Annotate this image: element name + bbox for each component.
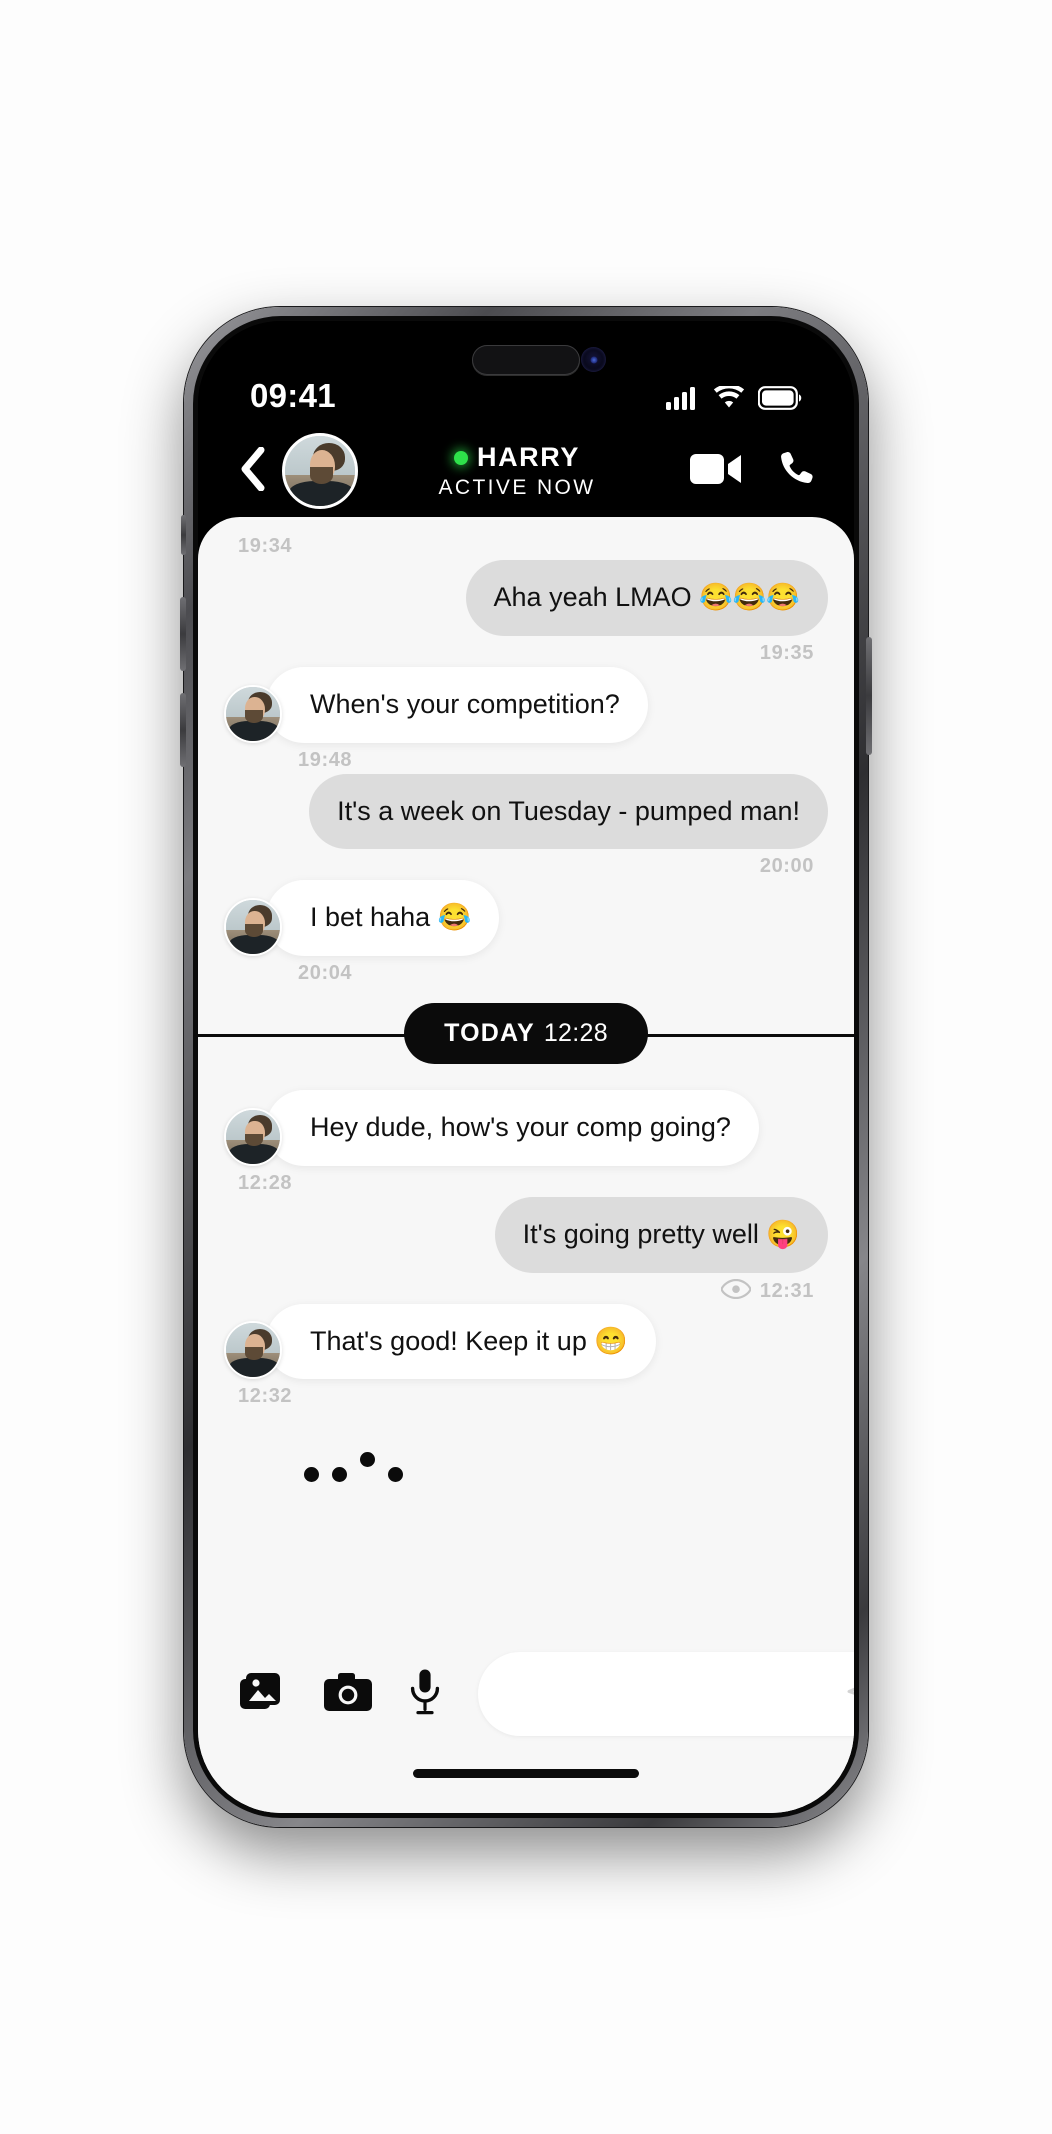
eye-seen-icon bbox=[720, 1278, 752, 1304]
gallery-button[interactable] bbox=[240, 1671, 286, 1718]
chat-header: HARRY ACTIVE NOW bbox=[198, 425, 854, 517]
avatar[interactable] bbox=[282, 433, 358, 509]
typing-indicator bbox=[224, 1410, 828, 1483]
status-clock: 09:41 bbox=[250, 377, 336, 414]
message-row: I bet haha 😂 bbox=[224, 880, 828, 956]
status-indicators bbox=[666, 383, 802, 415]
message-input[interactable] bbox=[512, 1678, 847, 1710]
send-paper-plane-icon bbox=[847, 1671, 854, 1718]
message-timestamp: 20:00 bbox=[759, 855, 814, 878]
message-timestamp: 20:04 bbox=[298, 962, 353, 984]
message-timestamp: 19:48 bbox=[298, 748, 353, 771]
avatar-image bbox=[226, 1323, 280, 1378]
message-timestamp: 19:34 bbox=[238, 535, 293, 557]
message-composer bbox=[198, 1619, 854, 1769]
contact-title-block[interactable]: HARRY ACTIVE NOW bbox=[344, 442, 690, 500]
back-button[interactable] bbox=[230, 446, 274, 496]
message-bubble-incoming[interactable]: Hey dude, how's your comp going? bbox=[266, 1090, 759, 1166]
day-divider-label: TODAY bbox=[444, 1019, 535, 1047]
avatar-image bbox=[285, 436, 355, 506]
phone-bezel: 09:41 HARRY ACTIVE NOW 19:34 Aha yeah LM… bbox=[193, 316, 859, 1818]
message-row: That's good! Keep it up 😁 bbox=[224, 1303, 828, 1380]
message-row: It's going pretty well 😜 bbox=[224, 1196, 828, 1273]
avatar[interactable] bbox=[224, 898, 282, 956]
phone-device-frame: 09:41 HARRY ACTIVE NOW 19:34 Aha yeah LM… bbox=[180, 307, 872, 1827]
message-row: It's a week on Tuesday - pumped man! bbox=[224, 773, 828, 850]
wifi-icon bbox=[713, 383, 745, 415]
phone-screen: 09:41 HARRY ACTIVE NOW 19:34 Aha yeah LM… bbox=[198, 321, 854, 1813]
message-timestamp: 19:35 bbox=[759, 641, 814, 664]
front-camera-icon bbox=[581, 347, 607, 372]
message-row: Hey dude, how's your comp going? bbox=[224, 1090, 828, 1166]
status-bar: 09:41 bbox=[198, 321, 854, 425]
avatar-image bbox=[226, 900, 280, 954]
message-input-container[interactable] bbox=[478, 1652, 854, 1736]
day-divider-time: 12:28 bbox=[543, 1019, 608, 1047]
header-actions bbox=[690, 449, 816, 494]
silent-switch[interactable] bbox=[181, 515, 186, 555]
photo-library-icon bbox=[240, 1671, 286, 1718]
send-button[interactable] bbox=[847, 1671, 854, 1718]
read-receipt-row: 12:31 bbox=[224, 1278, 828, 1304]
microphone-icon bbox=[410, 1669, 440, 1720]
day-divider: TODAY 12:28 bbox=[198, 1003, 854, 1064]
message-bubble-incoming[interactable]: When's your competition? bbox=[266, 666, 648, 743]
avatar-image bbox=[226, 686, 280, 741]
video-camera-icon bbox=[690, 452, 742, 491]
video-call-button[interactable] bbox=[690, 452, 742, 491]
chat-body: 19:34 Aha yeah LMAO 😂😂😂 19:35 When's you… bbox=[198, 517, 854, 1813]
contact-name-row: HARRY bbox=[453, 442, 580, 473]
battery-full-icon bbox=[757, 386, 802, 415]
avatar[interactable] bbox=[224, 684, 282, 743]
contact-name: HARRY bbox=[476, 442, 580, 472]
message-row: When's your competition? bbox=[224, 666, 828, 743]
camera-icon bbox=[324, 1672, 372, 1717]
message-bubble-outgoing[interactable]: It's going pretty well 😜 bbox=[494, 1196, 828, 1273]
screenshot-stage: 09:41 HARRY ACTIVE NOW 19:34 Aha yeah LM… bbox=[0, 0, 1052, 2134]
home-indicator[interactable] bbox=[413, 1769, 639, 1778]
message-list[interactable]: 19:34 Aha yeah LMAO 😂😂😂 19:35 When's you… bbox=[198, 517, 854, 1619]
day-divider-pill: TODAY 12:28 bbox=[404, 1003, 648, 1064]
avatar-image bbox=[226, 1109, 280, 1164]
dynamic-island bbox=[472, 345, 580, 375]
power-button[interactable] bbox=[866, 637, 872, 755]
camera-button[interactable] bbox=[324, 1672, 372, 1717]
message-bubble-outgoing[interactable]: Aha yeah LMAO 😂😂😂 bbox=[465, 560, 828, 636]
message-bubble-incoming[interactable]: I bet haha 😂 bbox=[266, 880, 500, 956]
typing-dot bbox=[360, 1452, 375, 1468]
typing-dot bbox=[332, 1467, 347, 1483]
volume-up-button[interactable] bbox=[180, 597, 186, 671]
message-row: Aha yeah LMAO 😂😂😂 bbox=[224, 560, 828, 636]
avatar[interactable] bbox=[224, 1107, 282, 1166]
cellular-signal-icon bbox=[666, 386, 700, 415]
message-bubble-incoming[interactable]: That's good! Keep it up 😁 bbox=[266, 1303, 656, 1380]
chevron-left-icon bbox=[239, 446, 265, 496]
typing-dot bbox=[304, 1467, 319, 1483]
contact-presence: ACTIVE NOW bbox=[438, 476, 596, 499]
message-timestamp: 12:31 bbox=[759, 1279, 814, 1302]
online-status-dot bbox=[453, 450, 468, 465]
message-timestamp: 12:28 bbox=[238, 1171, 293, 1194]
home-indicator-area bbox=[198, 1769, 854, 1813]
typing-dot bbox=[388, 1467, 403, 1483]
message-bubble-outgoing[interactable]: It's a week on Tuesday - pumped man! bbox=[309, 773, 828, 850]
mic-button[interactable] bbox=[410, 1669, 440, 1720]
message-timestamp: 12:32 bbox=[238, 1385, 293, 1408]
voice-call-button[interactable] bbox=[776, 449, 816, 494]
phone-icon bbox=[776, 449, 816, 494]
volume-down-button[interactable] bbox=[180, 693, 186, 767]
avatar[interactable] bbox=[224, 1321, 282, 1380]
